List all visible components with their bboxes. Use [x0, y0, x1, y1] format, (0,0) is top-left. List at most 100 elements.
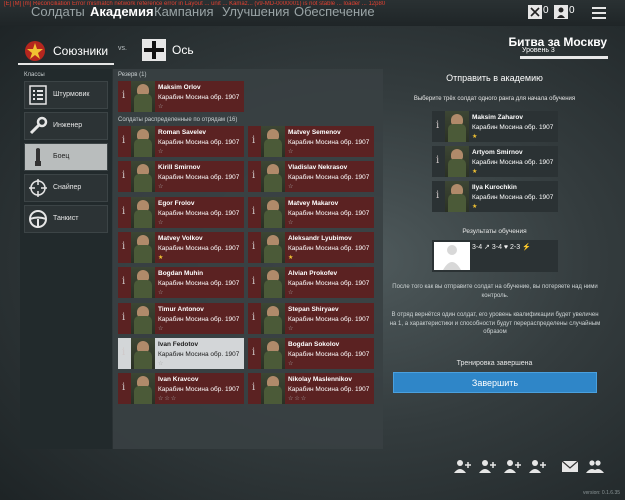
soldier-card[interactable]: i Nikolay Maslennikov Карабин Мосина обр. …: [248, 373, 374, 405]
tab-upgrades[interactable]: Улучшения: [222, 4, 289, 19]
soldier-weapon: Карабин Мосина обр. 1907: [158, 280, 240, 288]
soldier-card[interactable]: i Bogdan Muhin Карабин Мосина обр. 1907 ☆: [118, 267, 244, 299]
soldier-name: Matvey Makarov: [288, 199, 339, 207]
tab-academy[interactable]: Академия: [90, 4, 154, 19]
unknown-soldier-icon: [434, 242, 470, 270]
class-rifleman-label: Боец: [53, 153, 70, 160]
rank-stars: ☆: [158, 184, 165, 191]
soldier-card[interactable]: i Matvey Volkov Карабин Мосина обр. 1907 ★: [118, 231, 244, 263]
soldier-card[interactable]: i Bogdan Sokolov Карабин Мосина обр. 1907 ☆: [248, 337, 374, 369]
soldier-card[interactable]: i Timur Antonov Карабин Мосина обр. 1907 ☆: [118, 302, 244, 334]
info-icon[interactable]: i: [252, 241, 255, 252]
soldier-name: Maksim Orlov: [158, 84, 201, 91]
add-user-icon[interactable]: [503, 459, 521, 473]
class-engineer-button[interactable]: Инженер: [24, 112, 108, 140]
info-icon[interactable]: i: [252, 170, 255, 181]
info-icon[interactable]: i: [436, 120, 439, 131]
soldier-portrait: [261, 196, 285, 228]
info-icon[interactable]: i: [122, 276, 125, 287]
soldier-card[interactable]: i Stepan Shiryaev Карабин Мосина обр. 1907…: [248, 302, 374, 334]
soldier-card[interactable]: i Alvian Prokofev Карабин Мосина обр. 1907…: [248, 267, 374, 299]
academy-subtitle: Выберите трёх солдат одного ранга для на…: [413, 96, 576, 102]
info-icon[interactable]: i: [436, 155, 439, 166]
results-stats: 3-4 ↗ 3-4 ♥ 2-3 ⚡: [472, 244, 531, 251]
tab-soldiers[interactable]: Солдаты: [31, 4, 85, 19]
soldier-card[interactable]: i Kirill Smirnov Карабин Мосина обр. 1907 ☆: [118, 161, 244, 193]
add-user-icon[interactable]: [528, 459, 546, 473]
rank-stars: ☆☆☆: [158, 396, 178, 403]
soldier-weapon: Карабин Мосина обр. 1907: [472, 194, 554, 201]
info-icon[interactable]: i: [122, 347, 125, 358]
soldier-name: Stepan Shiryaev: [288, 305, 339, 313]
soldier-portrait: [131, 161, 155, 193]
menu-icon[interactable]: [592, 6, 606, 20]
tab-supply[interactable]: Обеспечение: [294, 4, 375, 19]
class-rifleman-button[interactable]: Боец: [24, 143, 108, 171]
soldier-card[interactable]: i Aleksandr Lyubimov Карабин Мосина обр. 1…: [248, 231, 374, 263]
rank-stars: ★: [472, 204, 479, 210]
info-icon[interactable]: i: [122, 382, 125, 393]
soldier-portrait: [261, 126, 285, 157]
info-icon[interactable]: i: [122, 170, 125, 181]
soldier-weapon: Карабин Мосина обр. 1907: [288, 139, 370, 146]
info-icon[interactable]: i: [122, 90, 125, 101]
soldier-card[interactable]: i Maksim Zaharov Карабин Мосина обр. 1907 ★: [432, 111, 558, 142]
info-icon[interactable]: i: [252, 312, 255, 323]
mail-icon[interactable]: [561, 459, 579, 473]
rank-stars: ☆☆☆: [288, 396, 308, 403]
soldier-card[interactable]: i Matvey Semenov Карабин Мосина обр. 1907 ☆: [248, 126, 374, 157]
side-tab-allies[interactable]: Союзники: [20, 40, 112, 62]
class-engineer-label: Инженер: [53, 122, 83, 129]
soldier-weapon: Карабин Мосина обр. 1907: [288, 174, 370, 182]
side-label-allies: Союзники: [53, 44, 109, 58]
soldier-portrait: [445, 146, 469, 177]
add-user-icon[interactable]: [478, 459, 496, 473]
results-title: Результаты обучения: [462, 228, 527, 235]
bullet-icon: [35, 148, 41, 166]
info-icon[interactable]: i: [252, 276, 255, 287]
class-tanker-button[interactable]: Танкист: [24, 205, 108, 233]
soldier-card[interactable]: i Ilya Kurochkin Карабин Мосина обр. 1907 ★: [432, 181, 558, 212]
classes-title: Классы: [24, 72, 45, 78]
tab-campaign[interactable]: Кампания: [154, 4, 214, 19]
class-tanker-label: Танкист: [53, 215, 79, 222]
soldier-card[interactable]: i Maksim Orlov Карабин Мосина обр. 1907 ☆: [118, 81, 244, 112]
info-icon[interactable]: i: [122, 206, 125, 217]
soldier-card[interactable]: i Ivan Kravcov Карабин Мосина обр. 1907 ☆☆☆: [118, 373, 244, 405]
soldier-name: Timur Antonov: [158, 305, 204, 313]
counter-first: 0: [543, 5, 549, 16]
info-icon[interactable]: i: [122, 241, 125, 252]
soldier-card[interactable]: i Egor Frolov Карабин Мосина обр. 1907 ☆: [118, 196, 244, 228]
rank-stars: ☆: [288, 219, 295, 226]
info-icon[interactable]: i: [252, 135, 255, 146]
info-icon[interactable]: i: [252, 382, 255, 393]
training-status: Тренировка завершена: [456, 360, 533, 367]
soldier-card[interactable]: i Matvey Makarov Карабин Мосина обр. 1907 ☆: [248, 196, 374, 228]
side-tab-axis[interactable]: Ось: [141, 38, 221, 62]
info-icon[interactable]: i: [252, 206, 255, 217]
info-icon[interactable]: i: [122, 135, 125, 146]
rank-stars: ★: [472, 169, 479, 175]
class-sniper-button[interactable]: Снайпер: [24, 174, 108, 202]
finish-button[interactable]: Завершить: [393, 372, 597, 393]
class-assault-button[interactable]: Штурмовик: [24, 81, 108, 109]
soviet-star-icon: [25, 41, 45, 61]
soldier-card[interactable]: i Vladislav Nekrasov Карабин Мосина обр. 1…: [248, 161, 374, 193]
soldier-name: Alvian Prokofev: [288, 270, 338, 278]
soldier-weapon: Карабин Мосина обр. 1907: [158, 350, 240, 358]
soldier-portrait: [131, 231, 155, 263]
rank-stars: ☆: [288, 149, 295, 155]
soldier-weapon: Карабин Мосина обр. 1907: [158, 315, 240, 323]
info-icon[interactable]: i: [122, 312, 125, 323]
add-user-icon[interactable]: [453, 459, 471, 473]
soldier-card[interactable]: i Roman Savelev Карабин Мосина обр. 1907 ☆: [118, 126, 244, 157]
soldier-name: Ilya Kurochkin: [472, 184, 517, 191]
group-icon[interactable]: [586, 459, 604, 473]
info-icon[interactable]: i: [436, 190, 439, 201]
soldier-card[interactable]: i Artyom Smirnov Карабин Мосина обр. 1907 ★: [432, 146, 558, 177]
soldier-card[interactable]: i Ivan Fedotov Карабин Мосина обр. 1907 ☆: [118, 337, 244, 369]
info-icon[interactable]: i: [252, 347, 255, 358]
crosshair-icon: [29, 179, 47, 197]
rank-stars: ★: [158, 254, 165, 261]
soldier-weapon: Карабин Мосина обр. 1907: [158, 386, 240, 394]
